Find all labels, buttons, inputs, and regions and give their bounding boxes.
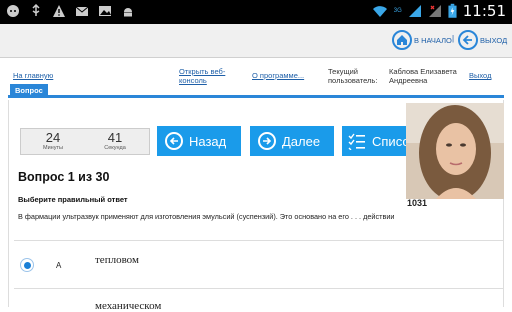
question-text: В фармации ультразвук применяют для изго… [18,212,395,221]
mail-icon [75,6,89,16]
timer-seconds-value: 41 [107,130,123,145]
divider [14,288,504,289]
checklist-icon [348,132,366,150]
list-label: Список [372,133,406,149]
home-icon [392,30,412,50]
about-link[interactable]: О программе... [252,71,304,80]
status-bar: 3G 11:51 [0,0,512,24]
arrow-left-icon [165,132,183,150]
timer: 24 Минуты 41 Секунда [20,128,150,155]
option-letter: А [56,261,62,270]
arrow-left-icon [458,30,478,50]
arrow-right-icon [258,132,276,150]
usb-icon [32,4,40,16]
timer-seconds-label: Секунда [104,145,126,151]
back-button[interactable]: Назад [157,126,241,156]
timer-minutes-label: Минуты [43,145,63,151]
next-label: Далее [282,133,321,149]
option-text[interactable]: механическом [95,300,161,312]
android-icon [124,8,132,17]
network-label: 3G [393,8,402,14]
list-button[interactable]: Список [342,126,406,156]
tab-question[interactable]: Вопрос [10,84,48,98]
question-title: Вопрос 1 из 30 [18,170,110,184]
user-name: Каблова Елизавета Андреевна [389,67,457,85]
signal-icon [408,5,421,17]
warning-icon [53,5,65,17]
top-bar: В НАЧАЛО | ВЫХОД [0,24,512,58]
signal-x-icon [428,5,441,17]
question-instruction: Выберите правильный ответ [18,195,128,204]
current-user-label: Текущий пользователь: [328,67,378,85]
web-console-link[interactable]: Открыть веб-консоль [179,67,247,85]
option-text[interactable]: тепловом [95,254,139,266]
main-page-link[interactable]: На главную [13,71,53,80]
divider [14,240,504,241]
topbar-separator: | [452,34,455,43]
logout-link[interactable]: Выход [469,71,491,80]
home-label: В НАЧАЛО [414,35,452,45]
exit-button[interactable]: ВЫХОД [458,30,507,50]
option-radio[interactable] [20,258,34,272]
wifi-icon [372,6,387,17]
chat-icon [7,5,19,17]
timer-minutes-value: 24 [45,130,61,145]
user-photo [406,103,504,199]
back-label: Назад [189,133,227,149]
tab-strip: Вопрос [8,84,504,98]
clock: 11:51 [462,2,506,20]
exit-label: ВЫХОД [480,35,508,45]
home-button[interactable]: В НАЧАЛО [392,30,452,50]
next-button[interactable]: Далее [250,126,334,156]
radio-selected-dot [23,261,31,269]
image-icon [99,6,111,16]
battery-icon [448,3,457,18]
photo-id: 1031 [407,198,428,208]
